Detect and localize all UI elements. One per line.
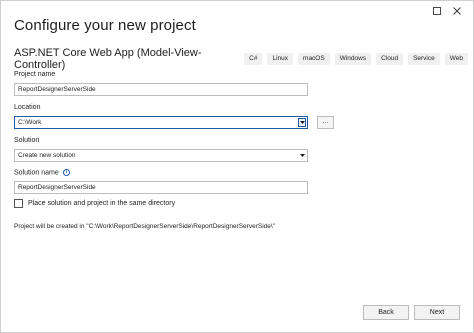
tag-linux: Linux	[267, 53, 294, 65]
solution-name-label: Solution name	[14, 169, 59, 177]
project-path-note: Project will be created in "C:\Work\Repo…	[14, 223, 275, 230]
browse-location-button[interactable]: ...	[317, 116, 334, 129]
same-directory-option[interactable]: Place solution and project in the same d…	[14, 199, 175, 208]
template-summary: ASP.NET Core Web App (Model-View-Control…	[14, 47, 473, 71]
solution-label: Solution	[14, 137, 40, 144]
template-name: ASP.NET Core Web App (Model-View-Control…	[14, 47, 202, 71]
same-directory-label: Place solution and project in the same d…	[28, 200, 176, 207]
tag-windows: Windows	[334, 53, 372, 65]
project-name-label: Project name	[14, 71, 56, 78]
location-combobox[interactable]: C:\Work	[14, 116, 308, 129]
location-value: C:\Work	[18, 119, 42, 126]
page-title: Configure your new project	[14, 17, 196, 34]
tag-macos: macOS	[298, 53, 330, 65]
tag-service: Service	[408, 53, 440, 65]
solution-dropdown[interactable]: Create new solution	[14, 149, 308, 162]
back-button[interactable]: Back	[363, 305, 409, 320]
tag-web: Web	[444, 53, 468, 65]
window-controls	[427, 4, 467, 18]
location-dropdown-button[interactable]	[298, 118, 306, 127]
solution-name-input[interactable]: ReportDesignerServerSide	[14, 181, 308, 194]
same-directory-checkbox[interactable]	[14, 199, 23, 208]
solution-name-value: ReportDesignerServerSide	[18, 184, 96, 191]
info-icon[interactable]: i	[62, 169, 70, 176]
next-button[interactable]: Next	[414, 305, 460, 320]
project-name-input[interactable]: ReportDesignerServerSide	[14, 83, 308, 96]
tag-csharp: C#	[244, 53, 263, 65]
configure-project-dialog: Configure your new project ASP.NET Core …	[0, 0, 474, 333]
maximize-icon	[433, 7, 441, 15]
close-icon	[453, 7, 461, 15]
project-name-value: ReportDesignerServerSide	[18, 86, 96, 93]
location-label: Location	[14, 104, 41, 111]
chevron-down-icon	[299, 121, 305, 124]
solution-selected-value: Create new solution	[18, 152, 76, 159]
chevron-down-icon	[299, 154, 305, 157]
close-button[interactable]	[447, 4, 467, 18]
maximize-button[interactable]	[427, 4, 447, 18]
solution-name-label-row: Solution name i	[14, 169, 70, 176]
solution-dropdown-arrow[interactable]	[298, 151, 306, 160]
tag-cloud: Cloud	[376, 53, 404, 65]
